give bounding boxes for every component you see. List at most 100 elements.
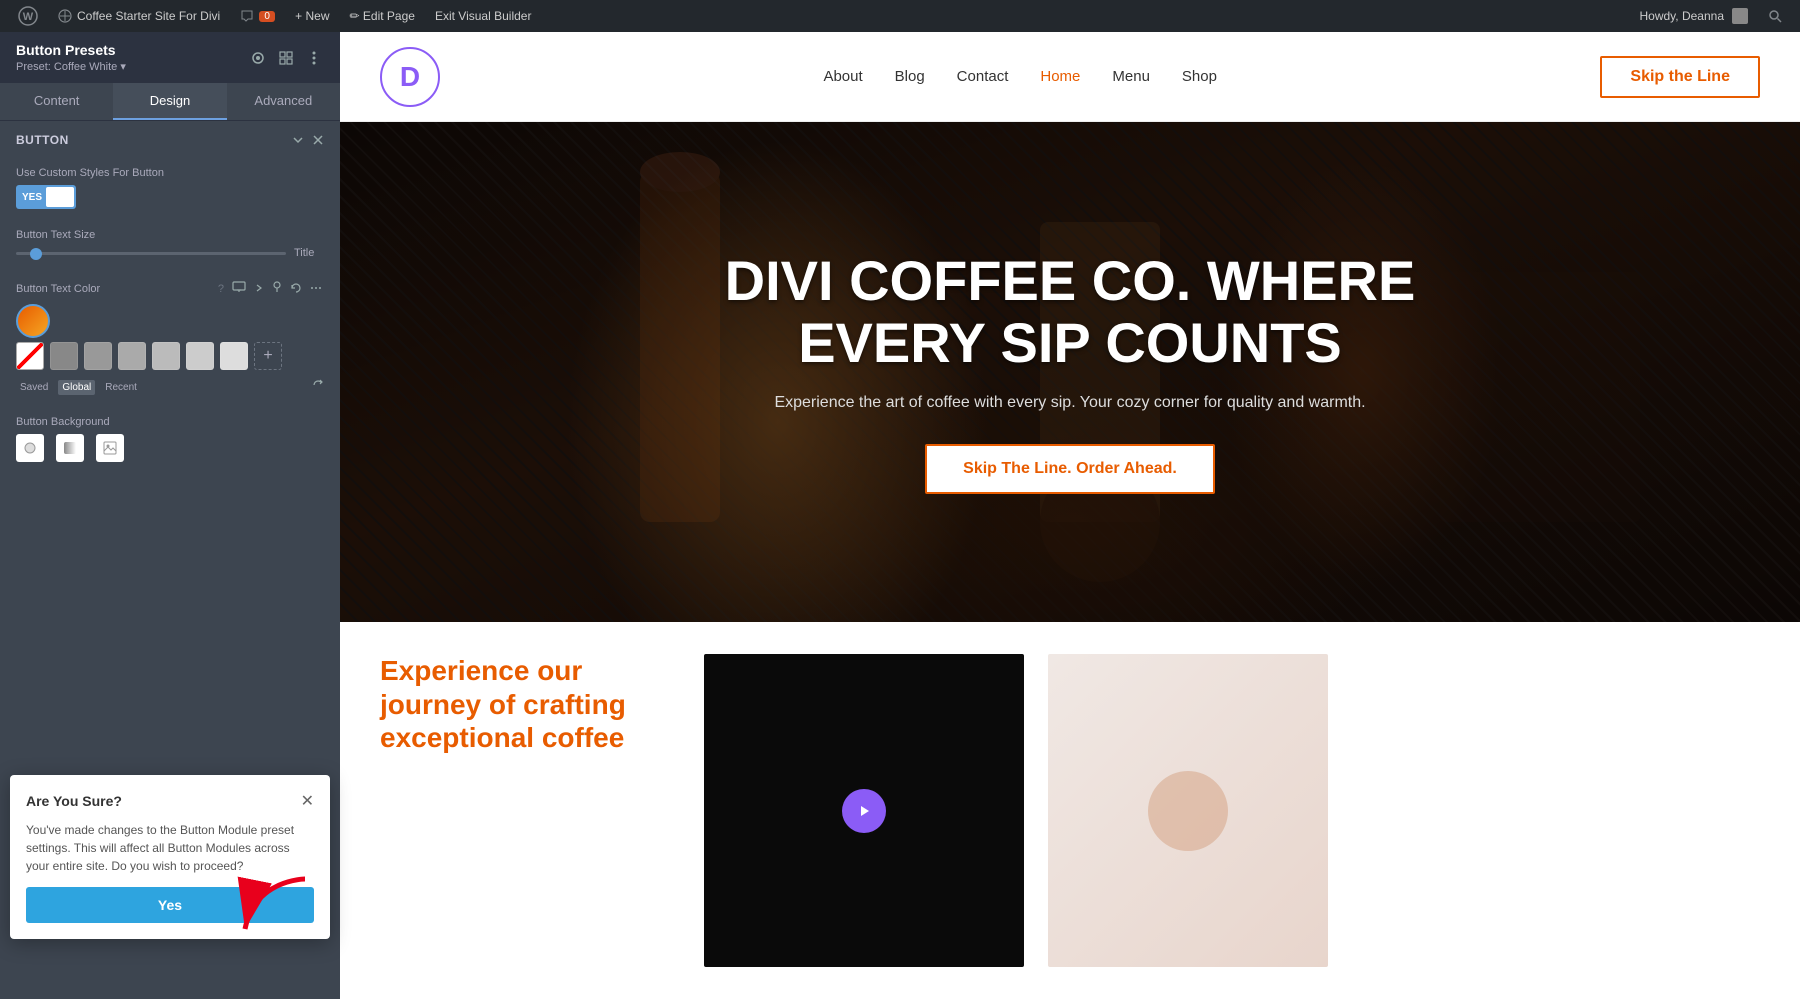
- confirm-dialog-header: Are You Sure? ✕: [26, 791, 314, 811]
- svg-text:W: W: [23, 11, 34, 23]
- color-tags: Saved Global Recent: [16, 378, 324, 396]
- hero-subtitle: Experience the art of coffee with every …: [660, 394, 1480, 412]
- admin-bar-search[interactable]: [1758, 0, 1792, 32]
- preview-area: D About Blog Contact Home Menu Shop Skip…: [340, 32, 1800, 999]
- left-panel: Button Presets Preset: Coffee White ▾: [0, 32, 340, 999]
- panel-tabs: Content Design Advanced: [0, 83, 340, 121]
- admin-bar-edit-page[interactable]: ✏ Edit Page: [340, 0, 425, 32]
- undo-icon[interactable]: [288, 280, 304, 298]
- red-arrow-indicator: [235, 874, 315, 949]
- tab-advanced[interactable]: Advanced: [227, 83, 340, 120]
- color-swatch-5[interactable]: [220, 342, 248, 370]
- color-swatches-row: +: [16, 342, 324, 370]
- more-options-icon[interactable]: [308, 280, 324, 298]
- background-label: Button Background: [16, 416, 324, 428]
- panel-focus-icon[interactable]: [248, 48, 268, 68]
- bg-color-icon[interactable]: [16, 434, 44, 462]
- admin-bar-user: Howdy, Deanna: [1630, 8, 1759, 24]
- panel-more-icon[interactable]: [304, 48, 324, 68]
- text-size-unit: Title: [294, 247, 324, 259]
- color-swatch-1[interactable]: [84, 342, 112, 370]
- wp-logo-icon: W: [18, 6, 38, 26]
- bottom-image-2: [1048, 654, 1328, 967]
- bottom-text-section: Experience our journey of crafting excep…: [380, 654, 680, 967]
- bg-row: [16, 434, 324, 462]
- color-swatch-2[interactable]: [118, 342, 146, 370]
- admin-bar-site-item[interactable]: Coffee Starter Site For Divi: [48, 0, 230, 32]
- wp-logo-item[interactable]: W: [8, 0, 48, 32]
- button-section-header[interactable]: Button: [0, 121, 340, 159]
- text-color-label: Button Text Color: [16, 283, 100, 295]
- admin-bar-site-name: Coffee Starter Site For Divi: [77, 9, 220, 23]
- site-nav: About Blog Contact Home Menu Shop: [823, 68, 1217, 85]
- toggle-knob: [46, 187, 74, 207]
- comment-count: 0: [259, 11, 275, 22]
- user-avatar: [1732, 8, 1748, 24]
- bg-image-icon[interactable]: [96, 434, 124, 462]
- active-color-picker[interactable]: [16, 304, 50, 338]
- hero-section: DIVI COFFEE CO. WHERE EVERY SIP COUNTS E…: [340, 122, 1800, 622]
- site-logo[interactable]: D: [380, 47, 440, 107]
- bg-gradient-icon[interactable]: [56, 434, 84, 462]
- panel-title: Button Presets: [16, 42, 126, 58]
- color-swatch-4[interactable]: [186, 342, 214, 370]
- panel-subtitle[interactable]: Preset: Coffee White ▾: [16, 60, 126, 73]
- desktop-icon[interactable]: [230, 279, 248, 298]
- color-swatch-0[interactable]: [50, 342, 78, 370]
- text-size-thumb[interactable]: [30, 248, 42, 260]
- hero-cta-button[interactable]: Skip The Line. Order Ahead.: [925, 444, 1215, 494]
- nav-contact[interactable]: Contact: [957, 68, 1009, 85]
- hero-title: DIVI COFFEE CO. WHERE EVERY SIP COUNTS: [660, 250, 1480, 373]
- nav-shop[interactable]: Shop: [1182, 68, 1217, 85]
- background-field: Button Background: [0, 408, 340, 474]
- add-color-btn[interactable]: +: [254, 342, 282, 370]
- color-swatch-3[interactable]: [152, 342, 180, 370]
- header-skip-button[interactable]: Skip the Line: [1600, 56, 1760, 98]
- bottom-preview: Experience our journey of crafting excep…: [340, 622, 1800, 999]
- saved-tag[interactable]: Saved: [16, 380, 52, 395]
- text-size-label: Button Text Size: [16, 229, 324, 241]
- button-section-title: Button: [16, 133, 69, 147]
- device-icons: [230, 279, 324, 298]
- panel-header-actions: [248, 48, 324, 68]
- confirm-dialog-title: Are You Sure?: [26, 793, 122, 809]
- transparent-swatch[interactable]: [16, 342, 44, 370]
- bottom-heading: Experience our journey of crafting excep…: [380, 654, 680, 755]
- custom-styles-field: Use Custom Styles For Button YES: [0, 159, 340, 221]
- section-close-icon: [312, 134, 324, 146]
- confirm-dialog-body: You've made changes to the Button Module…: [26, 821, 314, 875]
- text-size-track[interactable]: [16, 252, 286, 255]
- text-color-field: Button Text Color ?: [0, 271, 340, 408]
- admin-bar-comments[interactable]: 0: [230, 0, 285, 32]
- global-tag[interactable]: Global: [58, 380, 95, 395]
- hero-content: DIVI COFFEE CO. WHERE EVERY SIP COUNTS E…: [620, 250, 1520, 493]
- tab-design[interactable]: Design: [113, 83, 226, 120]
- wp-admin-bar: W Coffee Starter Site For Divi 0 + New ✏…: [0, 0, 1800, 32]
- nav-blog[interactable]: Blog: [895, 68, 925, 85]
- tab-content[interactable]: Content: [0, 83, 113, 120]
- admin-bar-howdy: Howdy, Deanna: [1640, 9, 1725, 23]
- custom-styles-toggle[interactable]: YES: [16, 185, 76, 209]
- main-layout: Button Presets Preset: Coffee White ▾: [0, 32, 1800, 999]
- site-header: D About Blog Contact Home Menu Shop Skip…: [340, 32, 1800, 122]
- text-size-slider-row: Title: [16, 247, 324, 259]
- panel-grid-icon[interactable]: [276, 48, 296, 68]
- recent-tag[interactable]: Recent: [101, 380, 141, 395]
- confirm-dialog-close-btn[interactable]: ✕: [301, 791, 314, 811]
- pin-icon[interactable]: [270, 279, 284, 298]
- text-color-help[interactable]: ?: [218, 283, 224, 295]
- bottom-image-1: [704, 654, 1024, 967]
- section-collapse-icon: [292, 134, 304, 146]
- arrow-right-icon[interactable]: [252, 280, 266, 298]
- panel-header: Button Presets Preset: Coffee White ▾: [0, 32, 340, 83]
- admin-bar-exit-builder[interactable]: Exit Visual Builder: [425, 0, 542, 32]
- nav-about[interactable]: About: [823, 68, 862, 85]
- nav-menu[interactable]: Menu: [1112, 68, 1150, 85]
- admin-bar-new[interactable]: + New: [285, 0, 339, 32]
- text-color-label-row: Button Text Color ?: [16, 279, 324, 298]
- nav-home[interactable]: Home: [1040, 68, 1080, 85]
- play-button[interactable]: [842, 789, 886, 833]
- color-refresh-icon[interactable]: [312, 378, 324, 396]
- custom-styles-label: Use Custom Styles For Button: [16, 167, 324, 179]
- text-size-field: Button Text Size Title: [0, 221, 340, 271]
